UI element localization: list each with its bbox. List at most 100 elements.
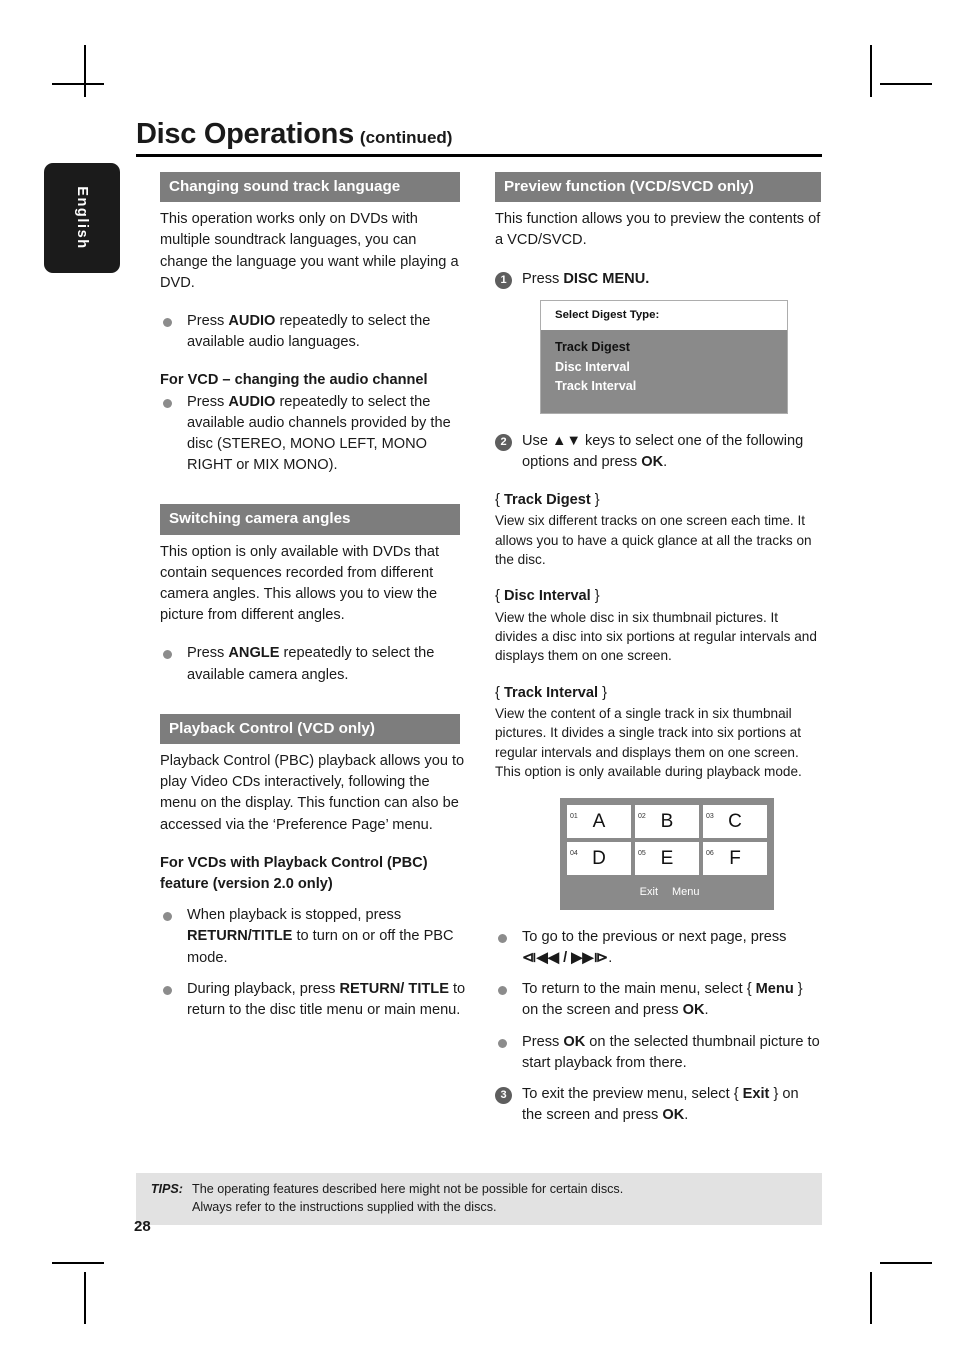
tips-lines: The operating features described here mi… [192,1180,822,1216]
step-text-post: . [684,1107,689,1124]
ok-key-label: OK [641,453,664,470]
subheading-vcd-audio-channel: For VCD – changing the audio channel [160,372,428,389]
bullet-text-pre: During playback, press [187,980,340,997]
section-heading-sound-track-language: Changing sound track language [160,172,460,203]
preview-function-intro: This function allows you to preview the … [495,211,821,249]
thumbnail-cell-02[interactable]: 02 B [635,804,699,838]
thumbnail-cell-01[interactable]: 01 A [567,804,631,838]
left-column: Changing sound track language This opera… [160,172,466,1021]
section-heading-camera-angles: Switching camera angles [160,504,460,535]
thumbnail-cell-06[interactable]: 06 F [703,841,767,875]
thumbnail-cell-05[interactable]: 05 E [635,841,699,875]
return-title-key-label: RETURN/TITLE [187,928,293,945]
page-title-sub: (continued) [359,128,453,147]
crop-mark-bottom-right-horizontal [880,1262,932,1264]
step-text-post: . [663,453,668,470]
bullet-text-post: . [608,950,613,966]
option-body: View the content of a single track in si… [495,705,802,780]
bullet-previous-next-page: To go to the previous or next page, pres… [495,927,821,969]
option-body: View six different tracks on one screen … [495,513,812,567]
step-number-2: 2 [495,433,512,451]
bullet-text-pre: To return to the main menu, select { [522,981,756,998]
option-track-digest: { Track Digest } View six different trac… [495,490,821,569]
select-digest-type-osd: Select Digest Type: Track Digest Disc In… [540,299,788,414]
bullet-text-pre: Press [187,645,229,662]
step-2-select-option: 2 Use ▲▼ keys to select one of the follo… [495,431,821,473]
digest-box-body: Track Digest Disc Interval Track Interva… [541,330,787,413]
crop-mark-top-right-vertical [870,45,872,97]
audio-key-label: AUDIO [228,393,276,410]
ok-key-label: OK [682,1002,705,1019]
thumbnail-index: 02 [638,812,646,820]
bullet-return-main-menu: To return to the main menu, select { Men… [495,979,821,1021]
bullet-press-angle: Press ANGLE repeatedly to select the ava… [160,643,466,685]
bullet-press-audio-channels: Press AUDIO repeatedly to select the ava… [160,392,466,477]
ok-key-label: OK [662,1107,685,1124]
step-text-pre: To exit the preview menu, select { [522,1086,743,1103]
thumbnail-cell-04[interactable]: 04 D [567,841,631,875]
tips-footer: TIPS: The operating features described h… [136,1173,822,1225]
page-title-main: Disc Operations [136,118,354,150]
option-name: Track Digest [503,491,591,508]
option-title: { Disc Interval } [495,586,821,607]
thumbnail-preview-osd: 01 A 02 B 03 C 04 D 05 E 06 F Exit Menu [560,797,774,910]
thumbnail-letter: A [592,811,606,833]
menu-option-label: Menu [755,981,794,998]
title-rule [136,154,822,157]
subheading-vcds-with-pbc: For VCDs with Playback Control (PBC) fea… [160,854,428,893]
thumbnail-letter: E [660,848,674,870]
crop-mark-bottom-left-horizontal [52,1262,104,1264]
digest-option-disc-interval[interactable]: Disc Interval [555,358,787,378]
step-number-1: 1 [495,271,512,289]
thumbnail-letter: C [728,811,742,833]
option-disc-interval: { Disc Interval } View the whole disc in… [495,586,821,665]
exit-option-label: Exit [742,1086,770,1103]
thumbnail-row: 01 A 02 B 03 C [567,804,767,838]
language-tab-label: English [74,186,90,250]
bullet-text-pre: Press [187,313,229,330]
bullet-text-pre: Press [522,1033,564,1050]
bullet-pbc-return-menu: During playback, press RETURN/ TITLE to … [160,979,466,1021]
step-number-3: 3 [495,1087,512,1105]
bullet-text-pre: When playback is stopped, press [187,907,402,924]
crop-mark-top-right-horizontal [880,83,932,85]
thumbnail-cell-03[interactable]: 03 C [703,804,767,838]
brace-open: { [495,588,504,605]
thumbnail-row: 04 D 05 E 06 F [567,841,767,875]
prev-next-track-icons: ⧏◀◀ / ▶▶⧐ [522,950,609,966]
option-track-interval: { Track Interval } View the content of a… [495,683,821,782]
bullet-press-ok-thumbnail: Press OK on the selected thumbnail pictu… [495,1032,821,1074]
option-name: Track Interval [503,684,599,701]
thumbnail-letter: F [729,848,741,870]
thumbnail-index: 06 [706,849,714,857]
brace-close: } [598,684,607,701]
page-title: Disc Operations (continued) [136,118,826,151]
option-title: { Track Digest } [495,490,821,511]
section-heading-playback-control: Playback Control (VCD only) [160,713,460,745]
crop-mark-bottom-right-vertical [870,1272,872,1324]
disc-menu-key-label: DISC MENU. [563,270,650,287]
tips-line-1: The operating features described here mi… [192,1182,624,1196]
bullet-pbc-toggle: When playback is stopped, press RETURN/T… [160,905,466,969]
section-heading-preview-function: Preview function (VCD/SVCD only) [495,172,821,203]
osd-exit-label[interactable]: Exit [567,882,666,903]
brace-open: { [495,491,504,508]
step-1-press-disc-menu: 1 Press DISC MENU. [495,269,821,290]
bullet-text-post: . [704,1002,709,1019]
brace-close: } [590,588,600,605]
thumbnail-index: 01 [570,812,578,820]
osd-menu-label[interactable]: Menu [666,882,767,903]
brace-open: { [495,684,504,701]
crop-mark-top-left-vertical [84,45,86,97]
digest-option-track-digest[interactable]: Track Digest [555,338,787,358]
right-column: Preview function (VCD/SVCD only) This fu… [495,172,821,1126]
playback-control-intro: Playback Control (PBC) playback allows y… [160,753,465,833]
angle-key-label: ANGLE [228,645,280,662]
sound-track-intro: This operation works only on DVDs with m… [160,211,459,291]
thumbnail-index: 03 [706,812,714,820]
thumbnail-letter: B [660,811,674,833]
step-text-pre: Press [522,270,564,287]
digest-option-track-interval[interactable]: Track Interval [555,377,787,397]
bullet-press-audio-languages: Press AUDIO repeatedly to select the ava… [160,311,466,353]
audio-key-label: AUDIO [228,313,276,330]
